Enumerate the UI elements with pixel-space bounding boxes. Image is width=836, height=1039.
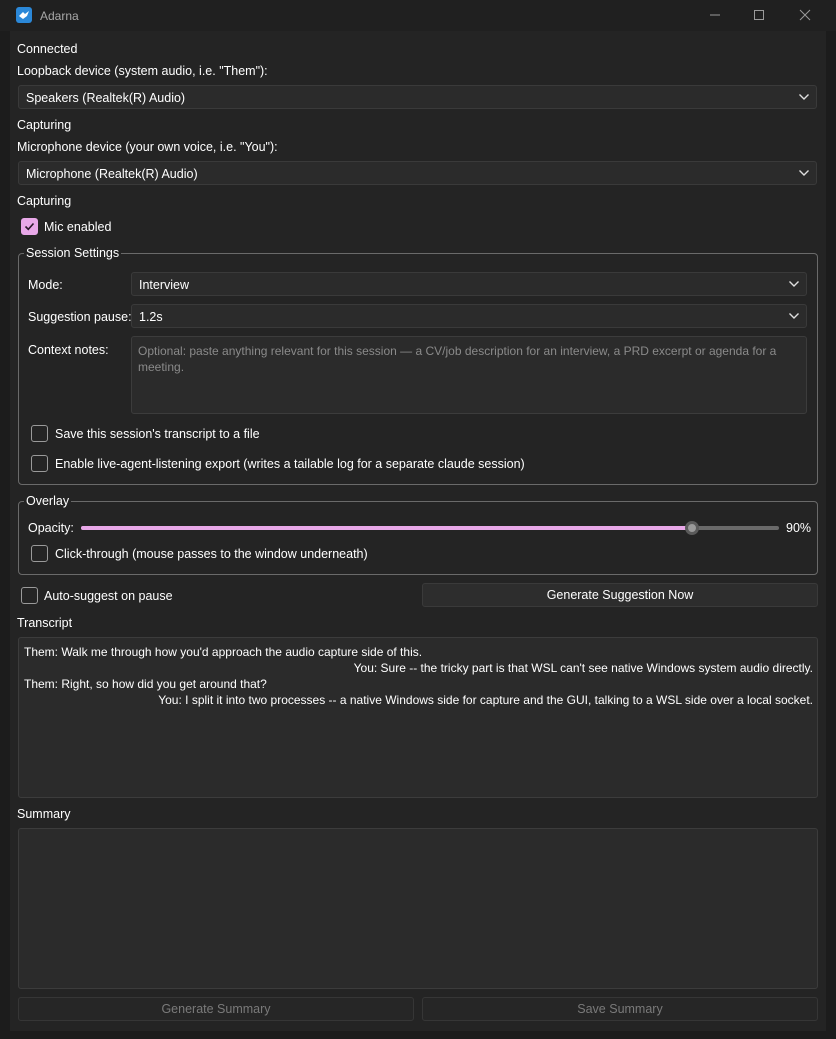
close-button[interactable] (782, 0, 828, 31)
loopback-device-select[interactable]: Speakers (Realtek(R) Audio) (18, 85, 817, 109)
opacity-slider-fill (81, 526, 692, 530)
minimize-icon (710, 14, 720, 16)
close-icon (799, 9, 811, 21)
title-bar: Adarna (0, 0, 836, 31)
transcript-line-you: You: Sure -- the tricky part is that WSL… (353, 661, 813, 675)
transcript-line-you: You: I split it into two processes -- a … (158, 693, 813, 707)
minimize-button[interactable] (692, 0, 738, 31)
loopback-device-value: Speakers (Realtek(R) Audio) (26, 91, 186, 105)
opacity-slider-thumb[interactable] (685, 521, 699, 535)
loopback-device-label: Loopback device (system audio, i.e. "The… (17, 64, 268, 78)
loopback-capture-status: Capturing (17, 118, 72, 132)
mode-label: Mode: (28, 278, 63, 292)
generate-suggestion-button[interactable]: Generate Suggestion Now (422, 583, 818, 607)
click-through-label: Click-through (mouse passes to the windo… (55, 547, 368, 561)
mode-select[interactable]: Interview (131, 272, 807, 296)
chevron-down-icon (789, 313, 799, 319)
loopback-connection-status: Connected (17, 42, 78, 56)
session-settings-group: Session Settings Mode: Interview Suggest… (18, 246, 818, 485)
suggestion-pause-label: Suggestion pause: (28, 310, 132, 324)
chevron-down-icon (789, 281, 799, 287)
microphone-device-value: Microphone (Realtek(R) Audio) (26, 167, 198, 181)
microphone-device-label: Microphone device (your own voice, i.e. … (17, 140, 278, 154)
suggestion-pause-value: 1.2s (139, 310, 163, 324)
click-through-checkbox[interactable] (31, 545, 48, 562)
live-agent-export-label: Enable live-agent-listening export (writ… (55, 457, 525, 471)
window-title: Adarna (40, 9, 79, 23)
main-panel: Connected Loopback device (system audio,… (10, 31, 826, 1031)
suggestion-pause-select[interactable]: 1.2s (131, 304, 807, 328)
overlay-title: Overlay (24, 494, 72, 508)
auto-suggest-label: Auto-suggest on pause (44, 589, 173, 603)
overlay-group: Overlay Opacity: 90% Click-through (mous… (18, 494, 818, 575)
transcript-line-them: Them: Right, so how did you get around t… (24, 677, 267, 691)
save-transcript-label: Save this session's transcript to a file (55, 427, 260, 441)
opacity-slider[interactable] (81, 518, 779, 538)
microphone-capture-status: Capturing (17, 194, 72, 208)
auto-suggest-checkbox[interactable] (21, 587, 38, 604)
checkmark-icon (24, 222, 35, 231)
mic-enabled-checkbox[interactable] (21, 218, 38, 235)
mic-enabled-label: Mic enabled (44, 220, 112, 234)
generate-summary-button[interactable]: Generate Summary (18, 997, 414, 1021)
maximize-button[interactable] (736, 0, 782, 31)
microphone-device-select[interactable]: Microphone (Realtek(R) Audio) (18, 161, 817, 185)
transcript-box[interactable]: Them: Walk me through how you'd approach… (18, 637, 818, 798)
context-notes-label: Context notes: (28, 343, 109, 357)
opacity-value: 90% (786, 521, 812, 535)
live-agent-export-checkbox[interactable] (31, 455, 48, 472)
summary-label: Summary (17, 807, 71, 821)
opacity-label: Opacity: (28, 521, 74, 535)
summary-box[interactable] (18, 828, 818, 989)
app-logo-icon (16, 7, 32, 23)
chevron-down-icon (799, 94, 809, 100)
context-notes-placeholder: Optional: paste anything relevant for th… (138, 344, 777, 374)
save-transcript-checkbox[interactable] (31, 425, 48, 442)
mode-value: Interview (139, 278, 190, 292)
session-settings-title: Session Settings (24, 246, 122, 260)
save-summary-button[interactable]: Save Summary (422, 997, 818, 1021)
transcript-line-them: Them: Walk me through how you'd approach… (24, 645, 423, 659)
chevron-down-icon (799, 170, 809, 176)
maximize-icon (754, 10, 764, 20)
context-notes-input[interactable]: Optional: paste anything relevant for th… (131, 336, 807, 414)
transcript-label: Transcript (17, 616, 73, 630)
